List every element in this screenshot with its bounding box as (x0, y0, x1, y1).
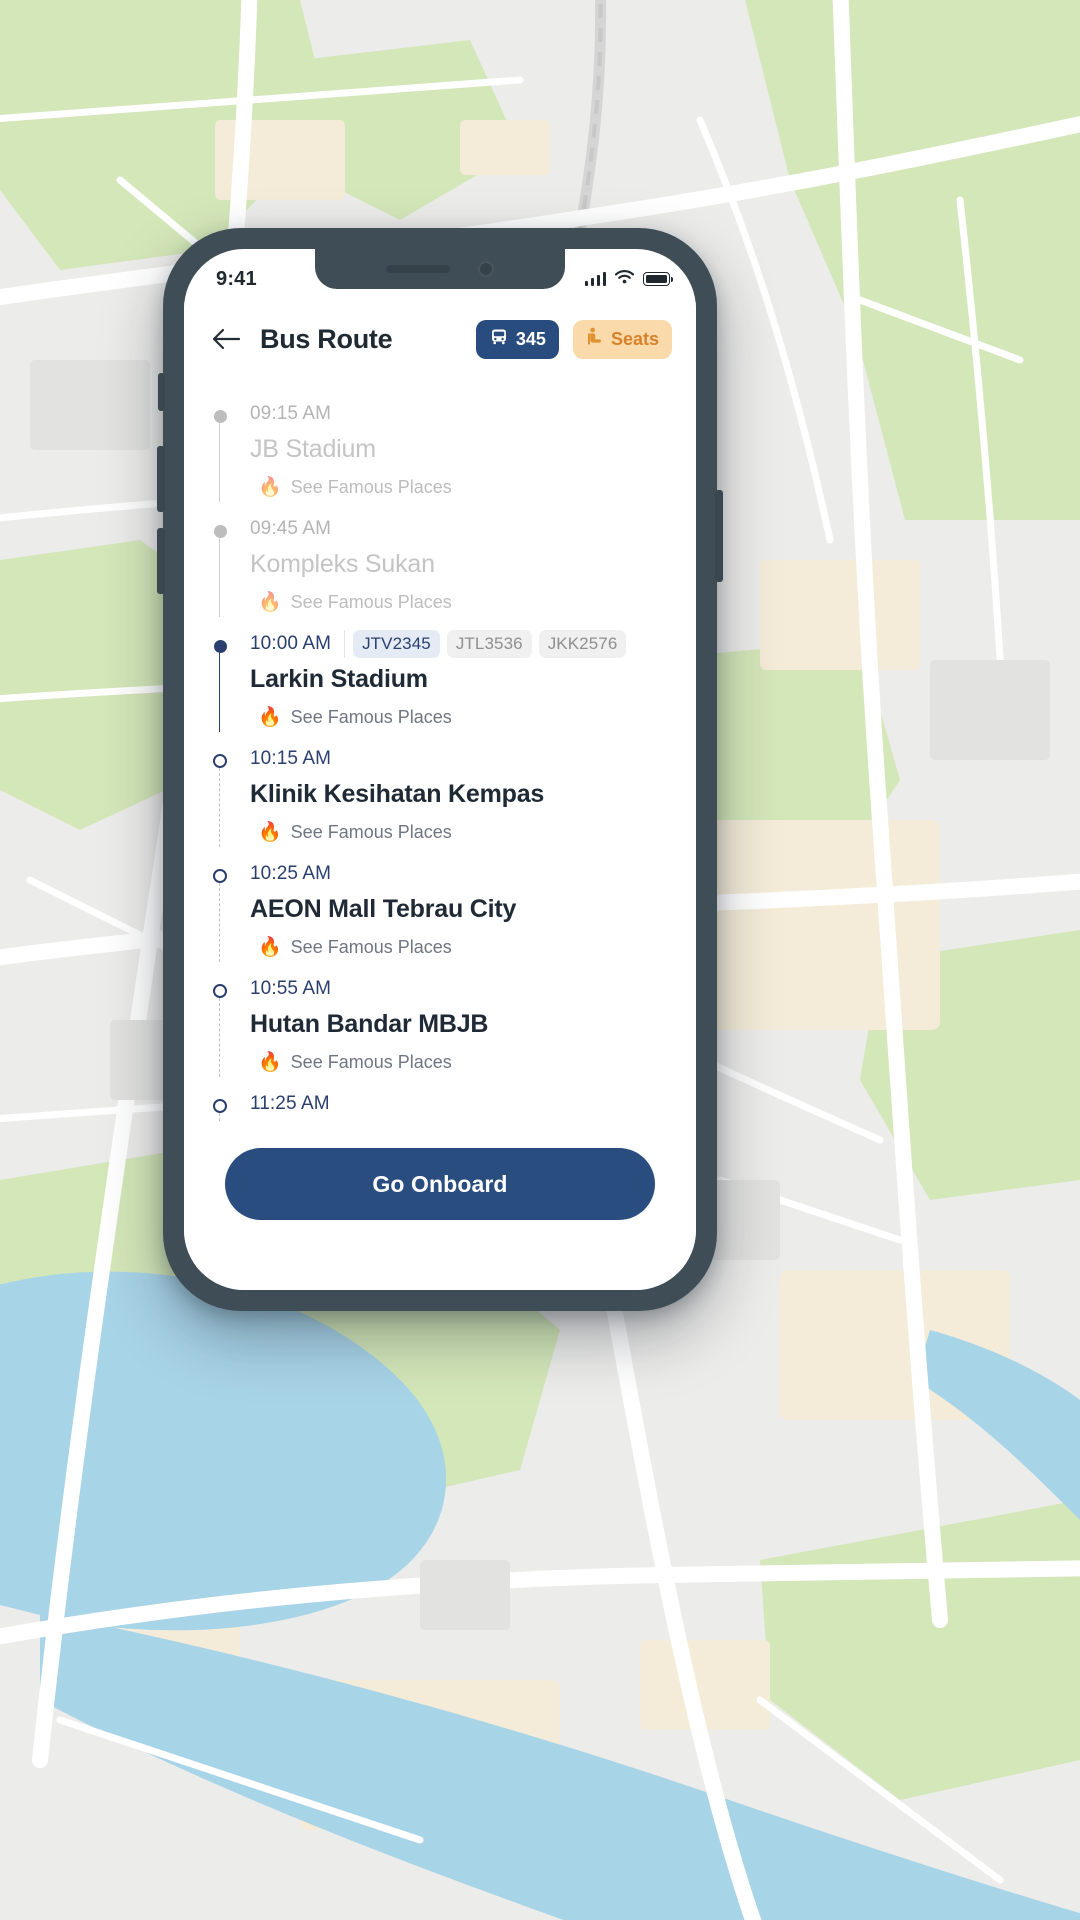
timeline-stop-marker (212, 1098, 228, 1114)
stop-name: AEON Mall Tebrau City (250, 895, 517, 923)
timeline-stop-marker (212, 983, 228, 999)
stop-time-row: 10:55 AM (250, 974, 668, 1004)
timeline-stop[interactable]: 10:15 AM Klinik Kesihatan Kempas 🔥 See Famo… (212, 744, 668, 847)
timeline-stop[interactable]: 10:25 AM AEON Mall Tebrau City 🔥 See Famous… (212, 859, 668, 962)
timeline-connector (219, 423, 220, 502)
past-stop-dot-icon (213, 409, 227, 423)
phone-device-frame: 9:41 Bus Route 345 Seats 09:15 AM JB Sta… (157, 228, 723, 1311)
status-icons (584, 269, 673, 289)
stop-time: 10:25 AM (250, 863, 332, 884)
wifi-icon (614, 269, 635, 289)
fire-emoji-icon: 🔥 (258, 822, 282, 843)
volume-down-button[interactable] (157, 528, 165, 594)
app-header: Bus Route 345 Seats (184, 301, 696, 377)
current-stop-dot-icon (213, 639, 227, 653)
timeline-connector (219, 653, 220, 732)
stop-time-row: 10:25 AM (250, 859, 668, 889)
see-famous-places-label: See Famous Places (290, 477, 452, 497)
stop-time-row: 10:15 AM (250, 744, 668, 774)
see-famous-places-label: See Famous Places (290, 707, 452, 727)
stop-time-row: 11:25 AM (250, 1089, 668, 1119)
seats-label: Seats (610, 328, 659, 349)
route-number-badge[interactable]: 345 (475, 319, 559, 359)
fire-emoji-icon: 🔥 (258, 1052, 282, 1073)
timeline-stop[interactable]: 10:55 AM Hutan Bandar MBJB 🔥 See Famous Pla… (212, 974, 668, 1077)
timeline-stop[interactable]: 09:15 AM JB Stadium 🔥 See Famous Places (212, 399, 668, 502)
stop-time-row: 10:00 AM JTV2345 JTL3536 JKK2576 (250, 629, 668, 659)
timeline-connector (219, 768, 220, 847)
mute-switch[interactable] (158, 373, 165, 411)
stop-time: 10:00 AM (250, 633, 332, 654)
see-famous-places-link[interactable]: 🔥 See Famous Places (250, 707, 668, 728)
timeline-stop-marker (212, 753, 228, 769)
volume-up-button[interactable] (157, 446, 165, 512)
fire-emoji-icon: 🔥 (258, 592, 282, 613)
go-onboard-button[interactable]: Go Onboard (225, 1148, 655, 1220)
route-number-label: 345 (515, 328, 546, 349)
upcoming-stop-circle-icon (213, 754, 227, 768)
see-famous-places-label: See Famous Places (290, 592, 452, 612)
stop-name: Larkin Stadium (250, 665, 428, 693)
stop-time-row: 09:45 AM (250, 514, 668, 544)
see-famous-places-link[interactable]: 🔥 See Famous Places (250, 592, 668, 613)
upcoming-stop-circle-icon (213, 984, 227, 998)
timeline-connector (219, 998, 220, 1077)
stop-time: 09:45 AM (250, 518, 332, 539)
timeline-stop-marker (212, 638, 228, 654)
stop-time-row: 09:15 AM (250, 399, 668, 429)
see-famous-places-label: See Famous Places (290, 1052, 452, 1072)
front-camera-icon (478, 261, 494, 277)
see-famous-places-link[interactable]: 🔥 See Famous Places (250, 822, 668, 843)
back-arrow-icon[interactable] (206, 319, 246, 359)
battery-full-icon (643, 272, 673, 286)
see-famous-places-link[interactable]: 🔥 See Famous Places (250, 477, 668, 498)
stop-name: Kompleks Sukan (250, 550, 435, 578)
phone-screen: 9:41 Bus Route 345 Seats 09:15 AM JB Sta… (184, 249, 696, 1290)
timeline-stop[interactable]: 10:00 AM JTV2345 JTL3536 JKK2576 Larkin Stad… (212, 629, 668, 732)
stop-time: 11:25 AM (250, 1093, 330, 1114)
timeline-stop-marker (212, 523, 228, 539)
stop-time: 10:15 AM (250, 748, 332, 769)
see-famous-places-label: See Famous Places (290, 937, 452, 957)
timeline-stop[interactable]: 11:25 AMUTC Johor🔥See Famous Places (212, 1089, 668, 1122)
fire-emoji-icon: 🔥 (258, 477, 282, 498)
earpiece-speaker (386, 265, 450, 273)
page-title: Bus Route (260, 323, 393, 354)
bus-icon (489, 327, 509, 352)
bus-stop-timeline[interactable]: 09:15 AM JB Stadium 🔥 See Famous Places 09:4… (184, 377, 696, 1122)
seat-icon (586, 327, 604, 352)
stop-name: Klinik Kesihatan Kempas (250, 780, 545, 808)
see-famous-places-link[interactable]: 🔥 See Famous Places (250, 937, 668, 958)
bus-code-chip-selected[interactable]: JTV2345 (353, 630, 440, 658)
upcoming-stop-circle-icon (213, 1099, 227, 1113)
bus-code-list: JTV2345 JTL3536 JKK2576 (344, 630, 627, 658)
see-famous-places-label: See Famous Places (290, 822, 452, 842)
timeline-connector (219, 1113, 220, 1122)
power-button[interactable] (715, 490, 723, 582)
timeline-stop-marker (212, 868, 228, 884)
timeline-stop[interactable]: 09:45 AM Kompleks Sukan 🔥 See Famous Places (212, 514, 668, 617)
timeline-connector (219, 883, 220, 962)
stop-time: 09:15 AM (250, 403, 332, 424)
stop-name: JB Stadium (250, 435, 376, 463)
status-time: 9:41 (216, 267, 257, 290)
see-famous-places-link[interactable]: 🔥 See Famous Places (250, 1052, 668, 1073)
seats-badge[interactable]: Seats (572, 319, 672, 359)
bus-code-chip[interactable]: JKK2576 (538, 630, 627, 658)
timeline-stop-marker (212, 408, 228, 424)
fire-emoji-icon: 🔥 (258, 707, 282, 728)
bus-code-chip[interactable]: JTL3536 (446, 630, 532, 658)
past-stop-dot-icon (213, 524, 227, 538)
fire-emoji-icon: 🔥 (258, 937, 282, 958)
stop-name: Hutan Bandar MBJB (250, 1010, 489, 1038)
cta-container: Go Onboard (184, 1122, 696, 1290)
stop-time: 10:55 AM (250, 978, 332, 999)
phone-notch (315, 249, 565, 289)
timeline-connector (219, 538, 220, 617)
signal-bars-icon (584, 272, 606, 286)
upcoming-stop-circle-icon (213, 869, 227, 883)
